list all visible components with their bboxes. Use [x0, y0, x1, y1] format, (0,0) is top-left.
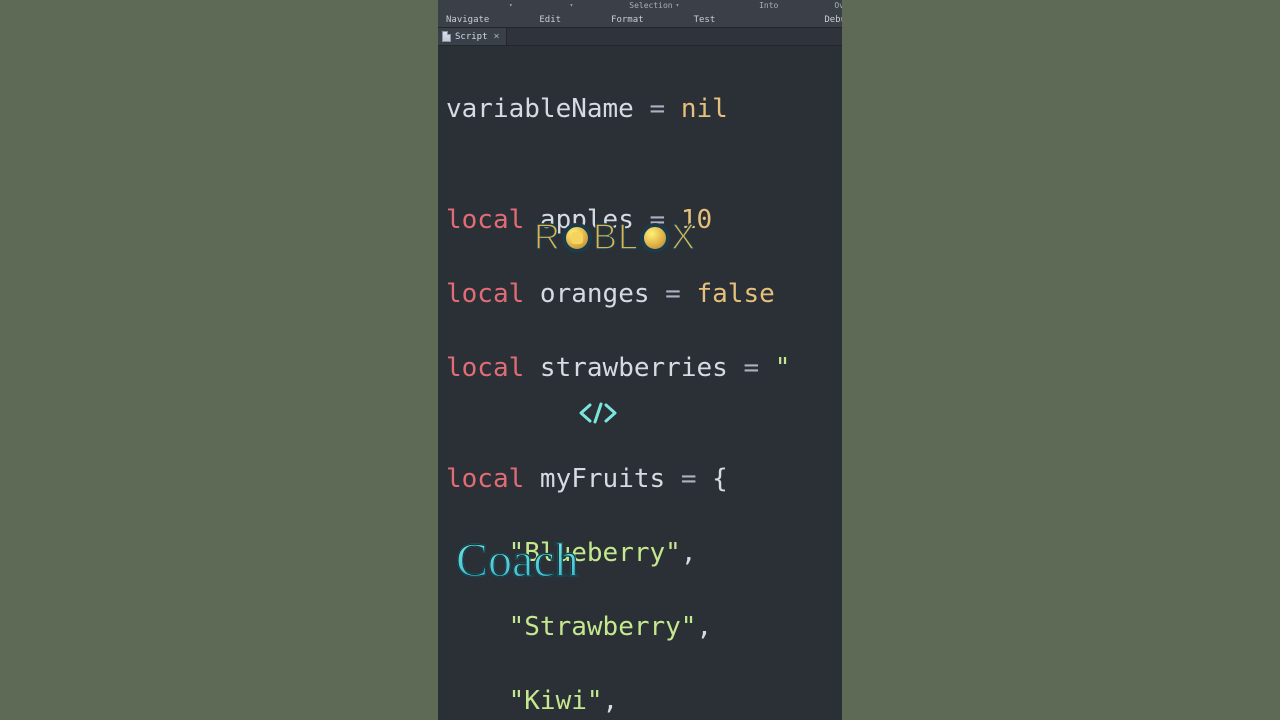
editor-window: ▾ ▾ Selection▾ Into Ov Navigate Edit For…: [438, 0, 842, 720]
string-literal: ": [775, 353, 791, 383]
letterbox-left: [0, 0, 438, 720]
keyword-nil: nil: [681, 94, 728, 124]
menu-navigate[interactable]: Navigate: [446, 15, 489, 25]
logo-o-icon: [640, 223, 670, 253]
logo-code-icon: [578, 328, 703, 498]
logo-o-icon: [562, 223, 592, 253]
tab-script[interactable]: Script ×: [438, 28, 507, 45]
tab-label: Script: [455, 32, 488, 42]
menu-debug[interactable]: Debu: [824, 15, 842, 25]
comma: ,: [696, 612, 712, 642]
ribbon-toolbar: ▾ ▾ Selection▾ Into Ov: [438, 0, 842, 12]
ribbon-over[interactable]: Ov: [834, 0, 842, 12]
menu-bar: Navigate Edit Format Test Debu: [438, 12, 842, 28]
ribbon-dropdown[interactable]: ▾: [508, 0, 513, 12]
ribbon-into[interactable]: Into: [759, 0, 778, 12]
menu-test[interactable]: Test: [694, 15, 716, 25]
logo-coach: Coach: [456, 539, 666, 582]
operator: =: [743, 353, 774, 383]
watermark-logo: RBLX Coach: [446, 109, 666, 656]
logo-roblox: RBLX: [446, 183, 666, 291]
ribbon-selection[interactable]: Selection▾: [629, 0, 679, 12]
brace-open: {: [712, 464, 728, 494]
menu-format[interactable]: Format: [611, 15, 644, 25]
comma: ,: [681, 538, 697, 568]
letterbox-right: [842, 0, 1280, 720]
comma: ,: [603, 686, 619, 716]
boolean-literal: false: [696, 279, 774, 309]
tab-bar: Script ×: [438, 28, 842, 46]
menu-edit[interactable]: Edit: [539, 15, 561, 25]
script-file-icon: [442, 31, 451, 42]
code-line: "Kiwi",: [446, 683, 838, 720]
ribbon-dropdown[interactable]: ▾: [569, 0, 574, 12]
string-literal: "Kiwi": [509, 686, 603, 716]
tab-close-icon[interactable]: ×: [494, 31, 500, 42]
operator: =: [665, 279, 696, 309]
code-editor[interactable]: variableName = nil local apples = 10 loc…: [438, 46, 842, 720]
